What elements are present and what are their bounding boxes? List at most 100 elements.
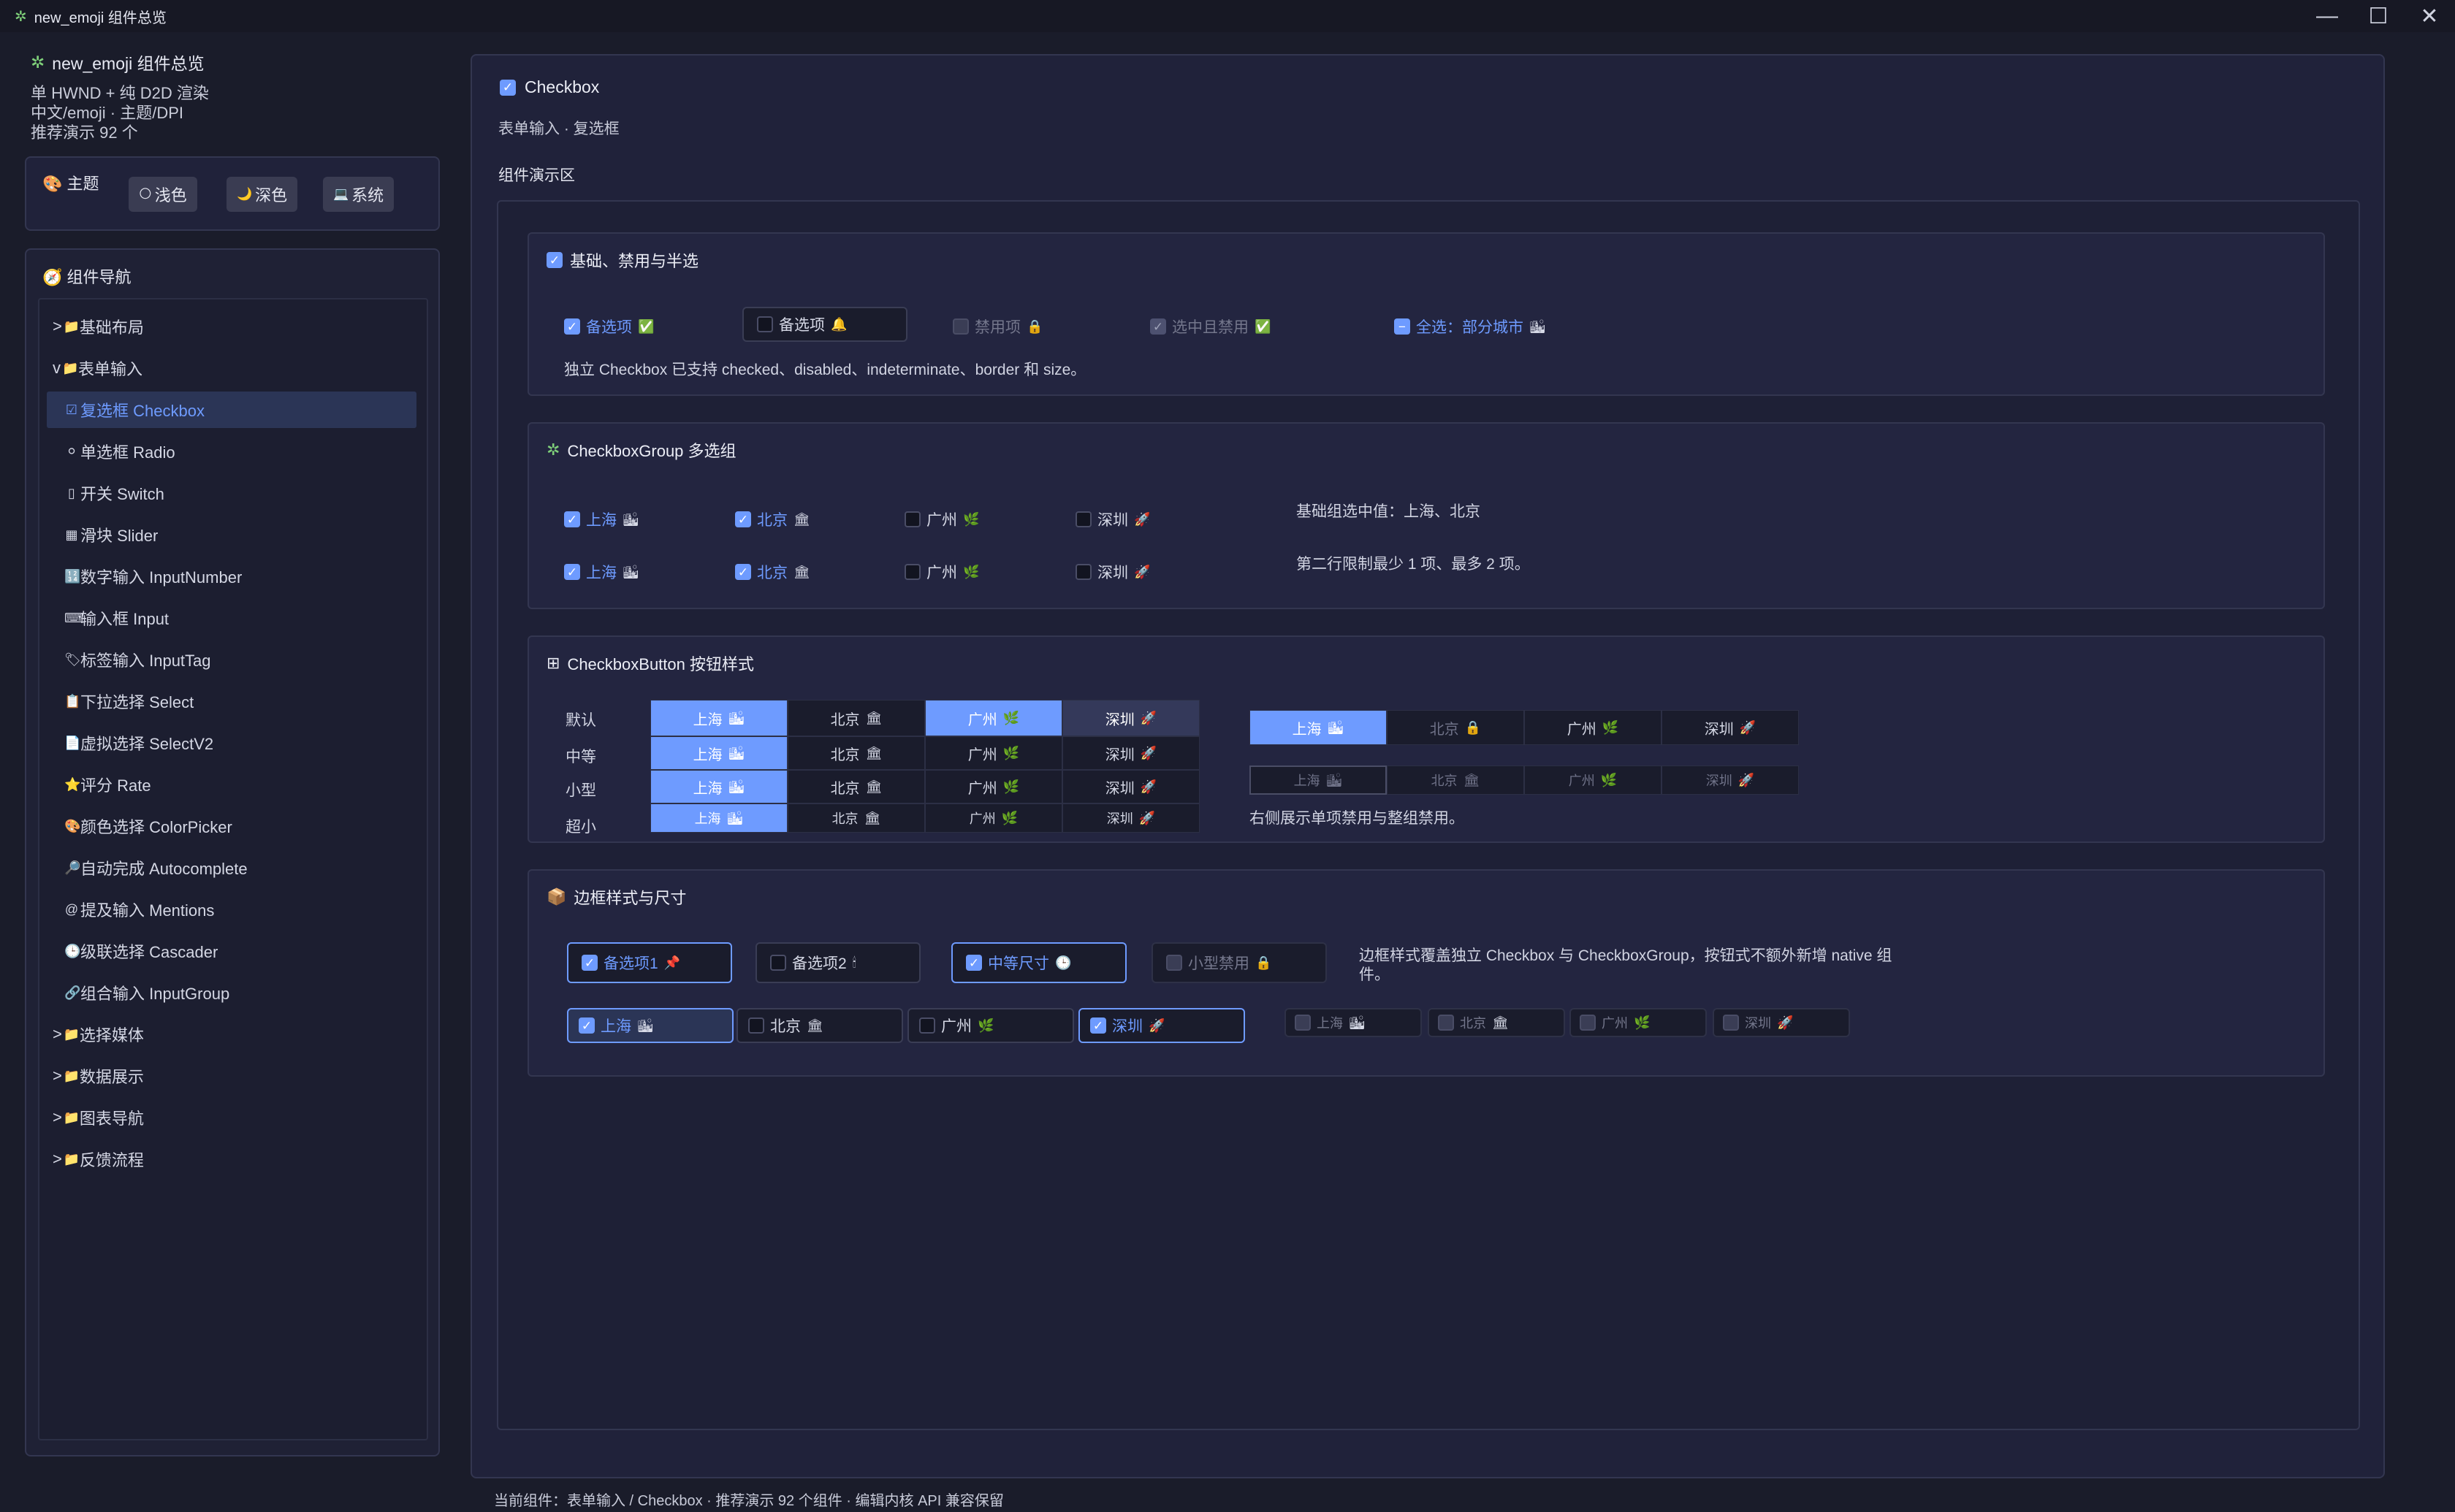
- nav-item[interactable]: 🔗 组合输入 InputGroup: [39, 974, 427, 1011]
- size-row-label: 小型: [566, 782, 596, 799]
- button-note: 右侧展示单项禁用与整组禁用。: [1249, 810, 1464, 827]
- page-title: Checkbox: [525, 77, 600, 96]
- border-group-checkbox[interactable]: ✓ 深圳 🚀: [1078, 1008, 1245, 1043]
- nav-item-label: 基础布局: [79, 318, 144, 337]
- checkbox-basic-item[interactable]: ✓ 备选项 ✅: [564, 316, 654, 337]
- nav-item[interactable]: ☑ 复选框 Checkbox: [47, 392, 416, 428]
- checkbox-group-item[interactable]: 广州 🌿: [905, 561, 979, 583]
- theme-dark-button[interactable]: 🌙 深色: [227, 177, 298, 212]
- checkbox-group-item[interactable]: ✓ 北京 🏛: [735, 508, 810, 530]
- emoji-icon: 🚀: [1138, 810, 1156, 825]
- nav-item[interactable]: > 📁 图表导航: [39, 1099, 427, 1136]
- nav-item-label: 开关 Switch: [80, 485, 164, 503]
- checkbox-group-item[interactable]: 深圳 🚀: [1076, 561, 1150, 583]
- checkbox-box: −: [1394, 318, 1410, 335]
- checkbox-button[interactable]: 上海 🏙: [650, 770, 788, 803]
- nav-item[interactable]: v 📁 表单输入: [39, 350, 427, 386]
- theme-system-button[interactable]: 💻 系统: [323, 177, 395, 212]
- checkbox-button[interactable]: 上海 🏙: [650, 803, 788, 833]
- border-group-checkbox[interactable]: ✓ 上海 🏙: [567, 1008, 734, 1043]
- nav-item[interactable]: 📋 下拉选择 Select: [39, 683, 427, 719]
- border-checkbox[interactable]: 备选项2 🕯: [755, 942, 921, 983]
- checkbox-button-label: 上海: [694, 812, 721, 826]
- nav-item[interactable]: @ 提及输入 Mentions: [39, 891, 427, 928]
- nav-item[interactable]: ▯ 开关 Switch: [39, 475, 427, 511]
- checkbox-button[interactable]: 北京 🏛: [788, 770, 925, 803]
- checkbox-group-item[interactable]: ✓ 北京 🏛: [735, 561, 810, 583]
- checkbox-box: [1580, 1015, 1596, 1031]
- nav-expand-arrow: v: [53, 359, 61, 377]
- nav-item-icon: 📋: [64, 693, 81, 709]
- nav-item-label: 数据展示: [79, 1068, 144, 1086]
- checkbox-button-grid: 上海 🏙 北京 🏛 广州 🌿 深圳 🚀 上海 🏙 北京 🏛 广州 🌿 深圳 🚀 上海 🏙 北京 🏛 广州 🌿 深圳 🚀 上海 🏙 北…: [650, 700, 1200, 833]
- minimize-icon: —: [2316, 4, 2338, 28]
- checkbox-button[interactable]: 上海 🏙: [650, 700, 788, 736]
- checkbox-label: 深圳: [1745, 1016, 1771, 1031]
- nav-item[interactable]: ⌨ 输入框 Input: [39, 600, 427, 636]
- nav-item[interactable]: > 📁 反馈流程: [39, 1141, 427, 1177]
- emoji-icon: 🔒: [1464, 719, 1482, 735]
- emoji-icon: 🌿: [963, 511, 980, 527]
- nav-item[interactable]: 🎨 颜色选择 ColorPicker: [39, 808, 427, 844]
- nav-item[interactable]: 🕒 级联选择 Cascader: [39, 933, 427, 969]
- maximize-button[interactable]: ☐: [2353, 0, 2404, 32]
- checkbox-box: [919, 1017, 935, 1034]
- checkbox-label: 备选项: [586, 319, 632, 336]
- checkbox-button[interactable]: 深圳 🚀: [1062, 770, 1200, 803]
- checkbox-box: [905, 511, 921, 527]
- nav-item[interactable]: ⚪ 单选框 Radio: [39, 433, 427, 470]
- nav-item[interactable]: 🏷 标签输入 InputTag: [39, 641, 427, 678]
- checkbox-button[interactable]: 深圳 🚀: [1662, 710, 1799, 745]
- checkbox-button[interactable]: 深圳 🚀: [1062, 736, 1200, 770]
- nav-item[interactable]: 🔢 数字输入 InputNumber: [39, 558, 427, 595]
- checkbox-button[interactable]: 北京 🏛: [788, 803, 925, 833]
- nav-item[interactable]: > 📁 数据展示: [39, 1058, 427, 1094]
- moon-icon: 🌙: [237, 187, 253, 201]
- checkbox-label: 备选项2: [792, 955, 847, 972]
- checkbox-group-item[interactable]: 深圳 🚀: [1076, 508, 1150, 530]
- checkbox-button[interactable]: 北京 🏛: [788, 736, 925, 770]
- nav-item[interactable]: > 📁 基础布局: [39, 308, 427, 345]
- border-note-line-1: 边框样式覆盖独立 Checkbox 与 CheckboxGroup，按钮式不额外…: [1359, 947, 1892, 964]
- checkbox-button[interactable]: 广州 🌿: [925, 736, 1062, 770]
- checkbox-group-item[interactable]: ✓ 上海 🏙: [564, 508, 639, 530]
- nav-item-icon: 🕒: [64, 943, 81, 958]
- theme-system-label: 系统: [351, 186, 384, 205]
- nav-item[interactable]: 📄 虚拟选择 SelectV2: [39, 725, 427, 761]
- sun-icon: 🌕: [139, 187, 152, 201]
- minimize-button[interactable]: —: [2302, 0, 2353, 32]
- checkbox-group-item[interactable]: 广州 🌿: [905, 508, 979, 530]
- nav-expand-arrow: >: [53, 1150, 62, 1168]
- checkbox-button[interactable]: 广州 🌿: [925, 803, 1062, 833]
- checkbox-basic-item[interactable]: − 全选：部分城市 🏙: [1394, 316, 1546, 337]
- theme-light-button[interactable]: 🌕 浅色: [129, 177, 197, 212]
- nav-item[interactable]: ⭐ 评分 Rate: [39, 766, 427, 803]
- nav-item[interactable]: 🔎 自动完成 Autocomplete: [39, 849, 427, 886]
- checkbox-group-item[interactable]: ✓ 上海 🏙: [564, 561, 639, 583]
- emoji-icon: 🚀: [1739, 719, 1756, 735]
- nav-item[interactable]: ▦ 滑块 Slider: [39, 516, 427, 553]
- checkbox-button[interactable]: 深圳 🚀: [1062, 803, 1200, 833]
- basic-note: 独立 Checkbox 已支持 checked、disabled、indeter…: [564, 362, 1086, 378]
- border-group-checkbox[interactable]: 广州 🌿: [907, 1008, 1074, 1043]
- nav-item[interactable]: > 📁 选择媒体: [39, 1016, 427, 1053]
- checkbox-button[interactable]: 上海 🏙: [1249, 710, 1387, 745]
- checkbox-button[interactable]: 上海 🏙: [650, 736, 788, 770]
- close-button[interactable]: ✕: [2404, 0, 2455, 32]
- emoji-icon: ✅: [1255, 318, 1271, 334]
- checkbox-button[interactable]: 广州 🌿: [925, 700, 1062, 736]
- border-group-disabled-checkbox: 北京 🏛: [1428, 1008, 1565, 1037]
- checkbox-button[interactable]: 广州 🌿: [925, 770, 1062, 803]
- checkbox-basic-item[interactable]: 备选项 🔔: [742, 307, 907, 342]
- emoji-icon: 🌿: [1602, 719, 1619, 735]
- border-checkbox[interactable]: ✓ 中等尺寸 🕒: [951, 942, 1127, 983]
- border-group-checkbox[interactable]: 北京 🏛: [736, 1008, 903, 1043]
- emoji-icon: 🏛: [865, 710, 883, 725]
- checkbox-button[interactable]: 北京 🏛: [788, 700, 925, 736]
- checkbox-button[interactable]: 广州 🌿: [1524, 710, 1662, 745]
- nav-item-icon: 🎨: [64, 818, 81, 833]
- border-checkbox[interactable]: ✓ 备选项1 📌: [567, 942, 732, 983]
- checkbox-button[interactable]: 深圳 🚀: [1062, 700, 1200, 736]
- emoji-icon: 🏛: [864, 810, 881, 825]
- emoji-icon: 🔔: [831, 316, 848, 332]
